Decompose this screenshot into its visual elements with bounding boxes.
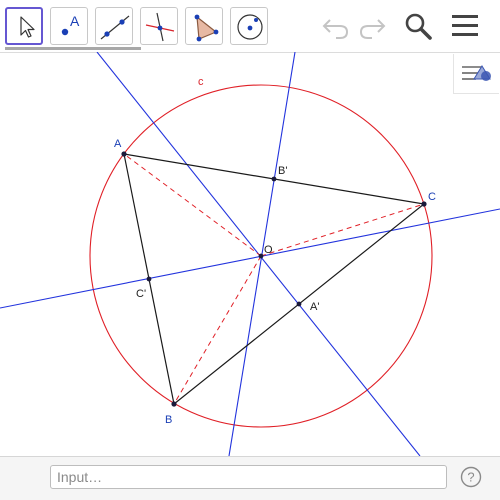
help-question-icon: ? bbox=[460, 466, 482, 488]
graphics-view[interactable]: A C B B' C' A' O c bbox=[0, 52, 500, 456]
radius-OB bbox=[173, 255, 262, 405]
search-icon bbox=[405, 13, 432, 40]
label-A: A bbox=[114, 138, 122, 150]
hamburger-menu-icon bbox=[452, 15, 478, 36]
label-O: O bbox=[264, 244, 273, 256]
algebra-input-bar: ? bbox=[0, 456, 500, 500]
search-button[interactable] bbox=[400, 8, 436, 44]
label-B-prime: B' bbox=[278, 165, 288, 177]
style-bar-toggle-button[interactable] bbox=[453, 54, 499, 94]
undo-button[interactable] bbox=[318, 8, 354, 44]
polygon-tool-button[interactable] bbox=[185, 7, 223, 45]
label-A-prime: A' bbox=[310, 301, 320, 313]
main-menu-button[interactable] bbox=[448, 8, 484, 44]
toolbar: A bbox=[0, 0, 500, 53]
perpendicular-bisector-AB[interactable] bbox=[0, 208, 500, 309]
point-B-prime[interactable] bbox=[271, 176, 277, 182]
label-C: C bbox=[428, 191, 436, 203]
redo-button[interactable] bbox=[354, 8, 390, 44]
line-through-points-icon bbox=[100, 15, 130, 40]
circle-center-point-icon bbox=[237, 14, 263, 40]
algebra-input-field[interactable] bbox=[50, 465, 447, 489]
point-C-prime[interactable] bbox=[146, 276, 152, 282]
style-bar-icon bbox=[462, 65, 491, 81]
undo-icon bbox=[322, 19, 349, 39]
perpendicular-line-tool-button[interactable] bbox=[140, 7, 178, 45]
cursor-arrow-icon bbox=[20, 16, 35, 38]
construction-drawing bbox=[0, 52, 500, 456]
point-A-prime[interactable] bbox=[296, 301, 302, 307]
point-A[interactable] bbox=[121, 151, 127, 157]
move-tool-button[interactable] bbox=[5, 7, 43, 45]
point-icon: A bbox=[61, 13, 80, 36]
help-button[interactable]: ? bbox=[460, 466, 482, 488]
point-tool-button[interactable]: A bbox=[50, 7, 88, 45]
label-C-prime: C' bbox=[136, 288, 147, 300]
toolbar-selection-underline bbox=[5, 47, 141, 50]
line-tool-button[interactable] bbox=[95, 7, 133, 45]
point-O[interactable] bbox=[258, 253, 264, 259]
perpendicular-line-icon bbox=[145, 12, 175, 42]
point-C[interactable] bbox=[421, 201, 427, 207]
help-symbol: ? bbox=[467, 470, 474, 485]
circle-tool-button[interactable] bbox=[230, 7, 268, 45]
triangle-ABC[interactable] bbox=[123, 153, 426, 406]
redo-icon bbox=[359, 19, 386, 39]
label-B: B bbox=[165, 414, 173, 426]
radius-OC bbox=[260, 203, 425, 257]
radius-OA bbox=[123, 153, 262, 257]
label-circle-c: c bbox=[198, 76, 204, 88]
point-B[interactable] bbox=[171, 401, 177, 407]
polygon-triangle-icon bbox=[194, 14, 219, 42]
point-icon-letter: A bbox=[70, 13, 80, 29]
